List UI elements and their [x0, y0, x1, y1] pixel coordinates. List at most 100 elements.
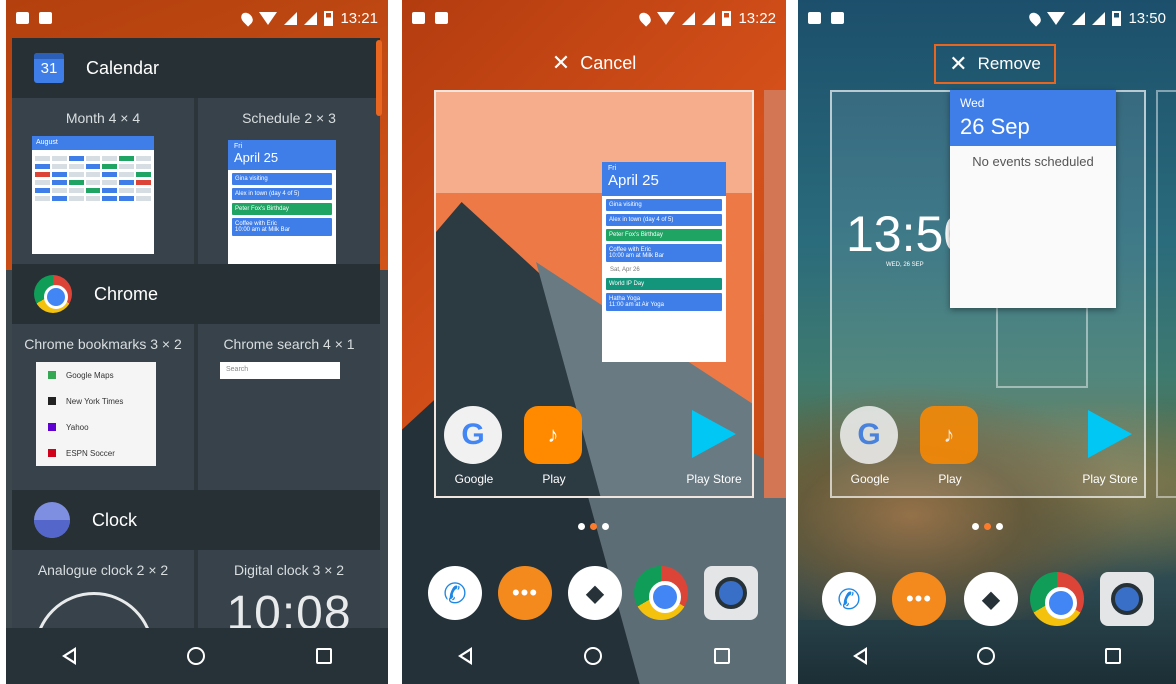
signal-icon: [1092, 11, 1106, 25]
signal-icon: [682, 11, 696, 25]
event-item: Hatha Yoga 11:00 am at Air Yoga: [606, 293, 722, 311]
app-label: Play Store: [686, 472, 742, 486]
widget-digital-clock[interactable]: Digital clock 3 × 2 10:08: [198, 550, 380, 628]
app-header-chrome: Chrome: [12, 264, 380, 324]
signal-icon: [1072, 11, 1086, 25]
event-item: World IP Day: [606, 278, 722, 290]
widget-list[interactable]: 31 Calendar Month 4 × 4 August Schedule …: [12, 38, 380, 628]
widget-picker-screen: 13:21 31 Calendar Month 4 × 4 August Sch…: [6, 0, 388, 684]
home-icon[interactable]: [977, 647, 995, 665]
yahoo-icon: [48, 423, 56, 431]
widget-label: Schedule 2 × 3: [242, 110, 336, 126]
signal-icon: [702, 11, 716, 25]
location-icon: [637, 9, 654, 27]
signal-icon: [284, 11, 298, 25]
event-item: Gina visiting: [606, 199, 722, 211]
wifi-icon: [1047, 11, 1066, 25]
event-item: Alex in town (day 4 of 5): [232, 188, 332, 200]
home-screen-drag: 13:22 ✕ Cancel Fri April 25 Gina visiting…: [402, 0, 786, 684]
remove-button[interactable]: ✕ Remove: [934, 44, 1056, 84]
image-notification-icon: [412, 12, 425, 24]
nyt-icon: [48, 397, 56, 405]
widget-analogue-clock[interactable]: Analogue clock 2 × 2: [12, 550, 194, 628]
location-icon: [239, 9, 256, 27]
chrome-icon[interactable]: [1030, 572, 1084, 626]
widget-label: Chrome bookmarks 3 × 2: [24, 336, 182, 352]
bookmarks-preview: Google Maps New York Times Yahoo ESPN So…: [36, 362, 156, 466]
wifi-icon: [259, 11, 278, 25]
widget-chrome-bookmarks[interactable]: Chrome bookmarks 3 × 2 Google Maps New Y…: [12, 324, 194, 490]
cancel-button[interactable]: ✕ Cancel: [402, 52, 786, 74]
scrollbar[interactable]: [376, 40, 382, 116]
widget-label: Month 4 × 4: [65, 110, 141, 126]
page-indicator: [578, 523, 609, 530]
close-icon: ✕: [551, 50, 571, 75]
widget-label: Digital clock 3 × 2: [233, 562, 345, 578]
sd-card-icon: [435, 12, 448, 24]
play-music-icon[interactable]: ♪: [920, 406, 978, 464]
analogue-clock-preview: [34, 592, 154, 628]
calendar-icon: 31: [34, 53, 64, 83]
status-time: 13:21: [340, 9, 378, 27]
dragged-calendar-widget[interactable]: Fri April 25 Gina visiting Alex in town (…: [602, 162, 726, 362]
widget-month[interactable]: Month 4 × 4 August: [12, 98, 194, 264]
phone-icon[interactable]: ✆: [428, 566, 482, 620]
messages-icon[interactable]: •••: [498, 566, 552, 620]
image-notification-icon: [16, 12, 29, 24]
schedule-preview: Fri April 25 Gina visiting Alex in town (…: [228, 140, 336, 264]
recents-icon[interactable]: [316, 648, 333, 664]
navigation-bar: [6, 628, 388, 684]
messages-icon[interactable]: •••: [892, 572, 946, 626]
navigation-bar: [798, 628, 1176, 684]
chrome-icon[interactable]: [634, 566, 688, 620]
bookmark-item: ESPN Soccer: [36, 440, 156, 466]
recents-icon[interactable]: [1105, 648, 1121, 664]
search-preview: Search: [220, 362, 340, 379]
battery-icon: [1112, 10, 1122, 26]
back-icon[interactable]: [61, 647, 76, 665]
home-screen-remove: 13:50 ✕ Remove 13:50 WED, 26 SEP Wed 26 …: [798, 0, 1176, 684]
phone-icon[interactable]: ✆: [822, 572, 876, 626]
google-app-icon[interactable]: G: [840, 406, 898, 464]
sd-card-icon: [39, 12, 52, 24]
home-icon[interactable]: [186, 647, 205, 665]
camera-icon[interactable]: [704, 566, 758, 620]
browser-fox-icon[interactable]: ◆: [964, 572, 1018, 626]
play-music-icon[interactable]: ♪: [524, 406, 582, 464]
back-icon[interactable]: [458, 647, 472, 665]
app-label: Play: [542, 472, 566, 486]
home-icon[interactable]: [584, 647, 602, 665]
widget-chrome-search[interactable]: Chrome search 4 × 1 Search: [198, 324, 380, 490]
bookmark-item: New York Times: [36, 388, 156, 414]
widget-label: Chrome search 4 × 1: [223, 336, 355, 352]
chrome-icon: [34, 275, 72, 313]
browser-fox-icon[interactable]: ◆: [568, 566, 622, 620]
app-name: Chrome: [94, 283, 159, 304]
next-page-preview[interactable]: [1156, 90, 1176, 498]
back-icon[interactable]: [853, 647, 867, 665]
dock: ✆ ••• ◆: [798, 572, 1176, 628]
espn-icon: [48, 449, 56, 457]
empty-state-text: No events scheduled: [972, 154, 1094, 169]
event-item: Peter Fox's Birthday: [232, 203, 332, 215]
play-store-icon[interactable]: [692, 410, 736, 458]
recents-icon[interactable]: [714, 648, 730, 664]
play-store-icon[interactable]: [1088, 410, 1132, 458]
app-label: Google: [850, 472, 890, 486]
next-page-preview[interactable]: [764, 90, 786, 498]
widget-schedule[interactable]: Schedule 2 × 3 Fri April 25 Gina visiting…: [198, 98, 380, 264]
event-item: Coffee with Eric 10:00 am at Milk Bar: [232, 218, 332, 236]
event-item: Peter Fox's Birthday: [606, 229, 722, 241]
close-icon: ✕: [949, 51, 968, 76]
camera-icon[interactable]: [1100, 572, 1154, 626]
month-preview-header: August: [32, 136, 154, 150]
image-notification-icon: [808, 12, 821, 24]
app-header-calendar: 31 Calendar: [12, 38, 380, 98]
month-preview-grid: [32, 150, 154, 207]
bookmark-item: Yahoo: [36, 414, 156, 440]
dragged-calendar-widget[interactable]: Wed 26 Sep No events scheduled: [950, 90, 1116, 308]
dock: ✆ ••• ◆: [402, 566, 786, 622]
widget-date: 26 Sep: [960, 114, 1030, 139]
widget-label: Analogue clock 2 × 2: [37, 562, 169, 578]
google-app-icon[interactable]: G: [444, 406, 502, 464]
